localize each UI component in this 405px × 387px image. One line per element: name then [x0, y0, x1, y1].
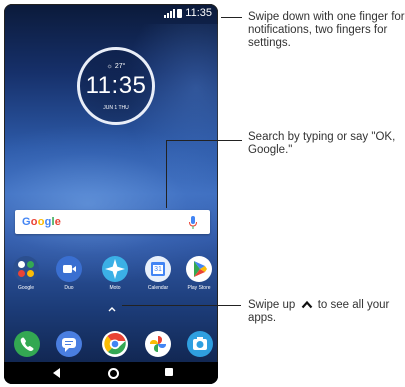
weather-readout: ☼ 27°	[106, 63, 126, 70]
callout-search: Search by typing or say "OK, Google."	[248, 131, 405, 157]
google-logo: Google	[22, 216, 62, 228]
play-store-icon	[186, 256, 212, 282]
navigation-bar	[4, 362, 218, 384]
app-label: Play Store	[187, 285, 211, 291]
back-icon[interactable]	[53, 368, 60, 378]
callout-apps: Swipe up to see all your apps.	[248, 299, 398, 325]
app-duo[interactable]: Duo	[52, 256, 86, 291]
clock-widget[interactable]: ☼ 27° 11:35 JUN 1 THU	[77, 47, 155, 125]
camera-app-icon[interactable]	[187, 331, 213, 357]
status-time: 11:35	[185, 7, 212, 19]
callout-notifications-text: Swipe down with one finger for notificat…	[248, 11, 405, 49]
calendar-icon: 31	[145, 256, 171, 282]
battery-icon	[177, 8, 183, 18]
callout-line-apps	[122, 305, 241, 307]
phone-app-icon[interactable]	[14, 331, 40, 357]
app-moto[interactable]: Moto	[98, 256, 132, 291]
google-search-bar[interactable]: Google	[15, 210, 210, 234]
duo-icon	[56, 256, 82, 282]
clock-date: JUN 1 THU	[103, 105, 129, 111]
home-icon[interactable]	[108, 368, 119, 379]
phone-home-screen: 11:35 ☼ 27° 11:35 JUN 1 THU Google Googl…	[4, 4, 218, 384]
moto-icon	[102, 256, 128, 282]
status-bar[interactable]: 11:35	[4, 4, 218, 22]
chrome-app-icon[interactable]	[102, 331, 128, 357]
callout-line-search-v	[166, 140, 168, 208]
calendar-day: 31	[154, 266, 162, 273]
app-label: Duo	[64, 285, 74, 291]
callout-notifications: Swipe down with one finger for notificat…	[248, 11, 405, 50]
dock	[4, 327, 218, 359]
signal-icon	[164, 8, 176, 18]
all-apps-chevron-icon[interactable]	[108, 305, 116, 313]
callout-search-text: Search by typing or say "OK, Google."	[248, 131, 396, 156]
app-label: Google	[17, 285, 35, 291]
app-google-folder[interactable]: Google	[9, 256, 43, 291]
app-label: Calendar	[147, 285, 169, 291]
clock-time: 11:35	[85, 72, 147, 99]
microphone-icon[interactable]	[188, 216, 198, 229]
recent-apps-icon[interactable]	[165, 368, 173, 376]
google-folder-icon	[13, 256, 39, 282]
app-calendar[interactable]: 31 Calendar	[141, 256, 175, 291]
callout-line-notifications	[221, 17, 242, 19]
app-label: Moto	[109, 285, 121, 291]
callout-line-search-h	[166, 140, 242, 142]
photos-app-icon[interactable]	[145, 331, 171, 357]
app-row: Google Duo Moto 31 Calendar Play Store	[4, 256, 218, 296]
up-arrow-icon	[301, 300, 312, 309]
app-play-store[interactable]: Play Store	[182, 256, 216, 291]
callout-apps-text-pre: Swipe up	[248, 299, 296, 311]
messages-app-icon[interactable]	[56, 331, 82, 357]
